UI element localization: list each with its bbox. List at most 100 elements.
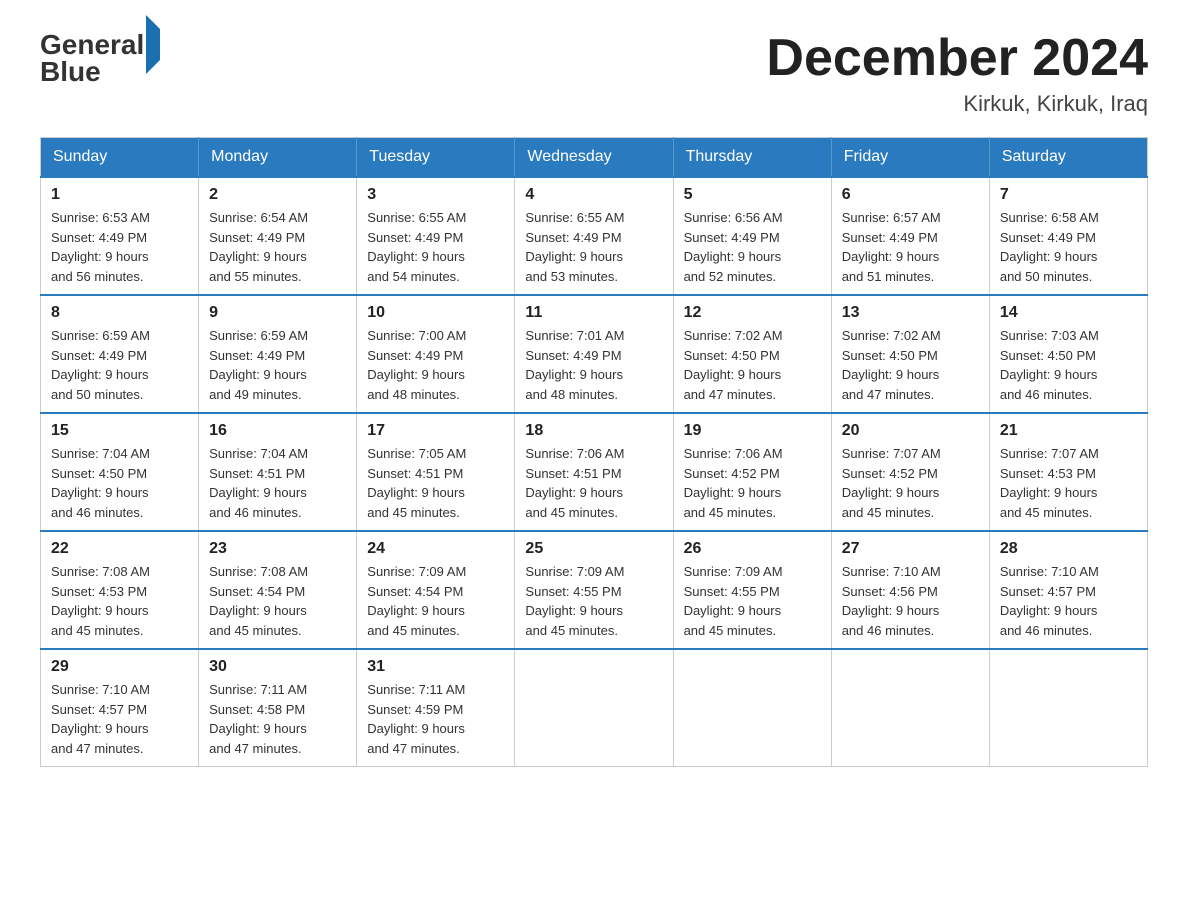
logo-text: General Blue bbox=[40, 30, 160, 88]
calendar-cell: 10 Sunrise: 7:00 AM Sunset: 4:49 PM Dayl… bbox=[357, 295, 515, 413]
day-info: Sunrise: 6:59 AM Sunset: 4:49 PM Dayligh… bbox=[51, 326, 188, 404]
calendar-title: December 2024 bbox=[766, 30, 1148, 87]
day-info: Sunrise: 6:54 AM Sunset: 4:49 PM Dayligh… bbox=[209, 208, 346, 286]
day-info: Sunrise: 7:04 AM Sunset: 4:51 PM Dayligh… bbox=[209, 444, 346, 522]
day-info: Sunrise: 6:58 AM Sunset: 4:49 PM Dayligh… bbox=[1000, 208, 1137, 286]
calendar-cell: 16 Sunrise: 7:04 AM Sunset: 4:51 PM Dayl… bbox=[199, 413, 357, 531]
day-info: Sunrise: 7:01 AM Sunset: 4:49 PM Dayligh… bbox=[525, 326, 662, 404]
calendar-table: Sunday Monday Tuesday Wednesday Thursday… bbox=[40, 137, 1148, 767]
calendar-cell: 18 Sunrise: 7:06 AM Sunset: 4:51 PM Dayl… bbox=[515, 413, 673, 531]
day-info: Sunrise: 6:55 AM Sunset: 4:49 PM Dayligh… bbox=[525, 208, 662, 286]
calendar-cell: 21 Sunrise: 7:07 AM Sunset: 4:53 PM Dayl… bbox=[989, 413, 1147, 531]
calendar-cell: 17 Sunrise: 7:05 AM Sunset: 4:51 PM Dayl… bbox=[357, 413, 515, 531]
calendar-cell: 23 Sunrise: 7:08 AM Sunset: 4:54 PM Dayl… bbox=[199, 531, 357, 649]
col-monday: Monday bbox=[199, 138, 357, 178]
calendar-cell: 7 Sunrise: 6:58 AM Sunset: 4:49 PM Dayli… bbox=[989, 177, 1147, 295]
day-info: Sunrise: 7:02 AM Sunset: 4:50 PM Dayligh… bbox=[842, 326, 979, 404]
day-info: Sunrise: 7:02 AM Sunset: 4:50 PM Dayligh… bbox=[684, 326, 821, 404]
day-number: 16 bbox=[209, 422, 346, 440]
day-number: 29 bbox=[51, 658, 188, 676]
day-info: Sunrise: 7:05 AM Sunset: 4:51 PM Dayligh… bbox=[367, 444, 504, 522]
calendar-cell bbox=[673, 649, 831, 767]
day-info: Sunrise: 7:10 AM Sunset: 4:57 PM Dayligh… bbox=[1000, 562, 1137, 640]
day-number: 25 bbox=[525, 540, 662, 558]
calendar-cell: 26 Sunrise: 7:09 AM Sunset: 4:55 PM Dayl… bbox=[673, 531, 831, 649]
day-number: 23 bbox=[209, 540, 346, 558]
day-number: 15 bbox=[51, 422, 188, 440]
day-number: 26 bbox=[684, 540, 821, 558]
day-info: Sunrise: 7:11 AM Sunset: 4:59 PM Dayligh… bbox=[367, 680, 504, 758]
day-info: Sunrise: 7:10 AM Sunset: 4:56 PM Dayligh… bbox=[842, 562, 979, 640]
day-number: 18 bbox=[525, 422, 662, 440]
title-section: December 2024 Kirkuk, Kirkuk, Iraq bbox=[766, 30, 1148, 117]
calendar-week-row-2: 8 Sunrise: 6:59 AM Sunset: 4:49 PM Dayli… bbox=[41, 295, 1148, 413]
col-saturday: Saturday bbox=[989, 138, 1147, 178]
calendar-cell: 20 Sunrise: 7:07 AM Sunset: 4:52 PM Dayl… bbox=[831, 413, 989, 531]
day-number: 28 bbox=[1000, 540, 1137, 558]
day-number: 11 bbox=[525, 304, 662, 322]
day-info: Sunrise: 7:09 AM Sunset: 4:54 PM Dayligh… bbox=[367, 562, 504, 640]
calendar-cell: 5 Sunrise: 6:56 AM Sunset: 4:49 PM Dayli… bbox=[673, 177, 831, 295]
day-number: 20 bbox=[842, 422, 979, 440]
day-info: Sunrise: 7:06 AM Sunset: 4:51 PM Dayligh… bbox=[525, 444, 662, 522]
day-number: 12 bbox=[684, 304, 821, 322]
day-info: Sunrise: 6:53 AM Sunset: 4:49 PM Dayligh… bbox=[51, 208, 188, 286]
logo: General Blue bbox=[40, 30, 160, 88]
day-info: Sunrise: 7:11 AM Sunset: 4:58 PM Dayligh… bbox=[209, 680, 346, 758]
col-sunday: Sunday bbox=[41, 138, 199, 178]
day-number: 7 bbox=[1000, 186, 1137, 204]
day-info: Sunrise: 7:06 AM Sunset: 4:52 PM Dayligh… bbox=[684, 444, 821, 522]
calendar-cell: 28 Sunrise: 7:10 AM Sunset: 4:57 PM Dayl… bbox=[989, 531, 1147, 649]
calendar-cell: 30 Sunrise: 7:11 AM Sunset: 4:58 PM Dayl… bbox=[199, 649, 357, 767]
calendar-cell: 24 Sunrise: 7:09 AM Sunset: 4:54 PM Dayl… bbox=[357, 531, 515, 649]
calendar-week-row-4: 22 Sunrise: 7:08 AM Sunset: 4:53 PM Dayl… bbox=[41, 531, 1148, 649]
calendar-cell: 27 Sunrise: 7:10 AM Sunset: 4:56 PM Dayl… bbox=[831, 531, 989, 649]
calendar-cell bbox=[989, 649, 1147, 767]
day-number: 3 bbox=[367, 186, 504, 204]
calendar-cell: 22 Sunrise: 7:08 AM Sunset: 4:53 PM Dayl… bbox=[41, 531, 199, 649]
day-number: 9 bbox=[209, 304, 346, 322]
day-info: Sunrise: 7:08 AM Sunset: 4:53 PM Dayligh… bbox=[51, 562, 188, 640]
calendar-week-row-5: 29 Sunrise: 7:10 AM Sunset: 4:57 PM Dayl… bbox=[41, 649, 1148, 767]
calendar-cell: 31 Sunrise: 7:11 AM Sunset: 4:59 PM Dayl… bbox=[357, 649, 515, 767]
day-number: 21 bbox=[1000, 422, 1137, 440]
day-number: 27 bbox=[842, 540, 979, 558]
calendar-cell: 1 Sunrise: 6:53 AM Sunset: 4:49 PM Dayli… bbox=[41, 177, 199, 295]
calendar-cell: 4 Sunrise: 6:55 AM Sunset: 4:49 PM Dayli… bbox=[515, 177, 673, 295]
calendar-cell: 11 Sunrise: 7:01 AM Sunset: 4:49 PM Dayl… bbox=[515, 295, 673, 413]
day-info: Sunrise: 6:55 AM Sunset: 4:49 PM Dayligh… bbox=[367, 208, 504, 286]
day-number: 6 bbox=[842, 186, 979, 204]
day-number: 31 bbox=[367, 658, 504, 676]
calendar-cell: 9 Sunrise: 6:59 AM Sunset: 4:49 PM Dayli… bbox=[199, 295, 357, 413]
day-info: Sunrise: 7:09 AM Sunset: 4:55 PM Dayligh… bbox=[684, 562, 821, 640]
page-header: General Blue December 2024 Kirkuk, Kirku… bbox=[40, 30, 1148, 117]
day-number: 14 bbox=[1000, 304, 1137, 322]
calendar-header-row: Sunday Monday Tuesday Wednesday Thursday… bbox=[41, 138, 1148, 178]
day-number: 13 bbox=[842, 304, 979, 322]
calendar-cell: 3 Sunrise: 6:55 AM Sunset: 4:49 PM Dayli… bbox=[357, 177, 515, 295]
day-info: Sunrise: 6:57 AM Sunset: 4:49 PM Dayligh… bbox=[842, 208, 979, 286]
day-info: Sunrise: 7:08 AM Sunset: 4:54 PM Dayligh… bbox=[209, 562, 346, 640]
logo-blue: Blue bbox=[40, 56, 101, 87]
calendar-cell: 8 Sunrise: 6:59 AM Sunset: 4:49 PM Dayli… bbox=[41, 295, 199, 413]
day-number: 24 bbox=[367, 540, 504, 558]
day-number: 30 bbox=[209, 658, 346, 676]
day-info: Sunrise: 7:03 AM Sunset: 4:50 PM Dayligh… bbox=[1000, 326, 1137, 404]
col-tuesday: Tuesday bbox=[357, 138, 515, 178]
day-number: 1 bbox=[51, 186, 188, 204]
day-number: 5 bbox=[684, 186, 821, 204]
day-number: 22 bbox=[51, 540, 188, 558]
day-number: 17 bbox=[367, 422, 504, 440]
calendar-week-row-1: 1 Sunrise: 6:53 AM Sunset: 4:49 PM Dayli… bbox=[41, 177, 1148, 295]
day-number: 2 bbox=[209, 186, 346, 204]
day-info: Sunrise: 7:00 AM Sunset: 4:49 PM Dayligh… bbox=[367, 326, 504, 404]
day-number: 4 bbox=[525, 186, 662, 204]
logo-arrow-icon bbox=[146, 15, 160, 74]
col-wednesday: Wednesday bbox=[515, 138, 673, 178]
calendar-cell bbox=[831, 649, 989, 767]
calendar-cell bbox=[515, 649, 673, 767]
day-info: Sunrise: 6:59 AM Sunset: 4:49 PM Dayligh… bbox=[209, 326, 346, 404]
day-info: Sunrise: 7:07 AM Sunset: 4:52 PM Dayligh… bbox=[842, 444, 979, 522]
day-info: Sunrise: 7:04 AM Sunset: 4:50 PM Dayligh… bbox=[51, 444, 188, 522]
calendar-cell: 14 Sunrise: 7:03 AM Sunset: 4:50 PM Dayl… bbox=[989, 295, 1147, 413]
